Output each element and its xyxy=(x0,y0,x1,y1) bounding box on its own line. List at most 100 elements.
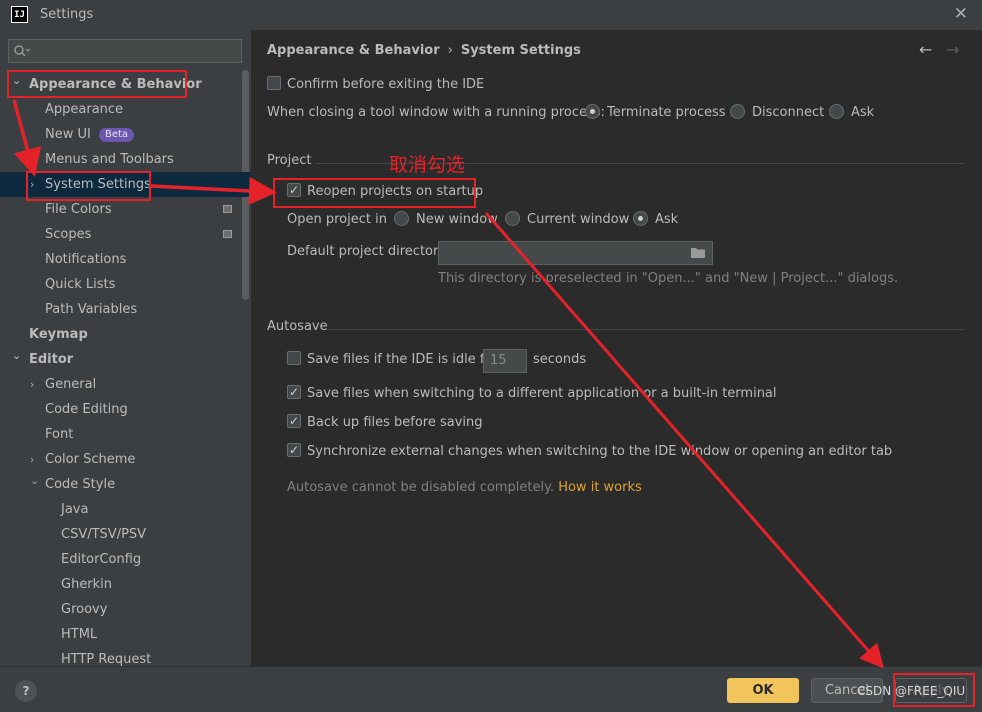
breadcrumb: Appearance & Behavior › System Settings xyxy=(267,43,581,58)
sidebar-item[interactable]: Appearance xyxy=(0,97,242,122)
sync-external-label: Synchronize external changes when switch… xyxy=(307,444,893,459)
save-on-switch-row[interactable]: Save files when switching to a different… xyxy=(287,382,777,404)
annotation-text: 取消勾选 xyxy=(389,154,466,176)
settings-sidebar: ⌄ Appearance & Behavior Appearance New UI Be… xyxy=(0,30,251,666)
sidebar-item[interactable]: Keymap xyxy=(0,322,242,347)
beta-badge: Beta xyxy=(99,128,135,142)
sidebar-item[interactable]: Menus and Toolbars xyxy=(0,147,242,172)
sidebar-item[interactable]: Code Editing xyxy=(0,397,242,422)
annotation-box-apply xyxy=(893,673,975,707)
project-level-icon xyxy=(223,230,232,238)
sidebar-item[interactable]: Gherkin xyxy=(0,572,242,597)
open-in-new-window[interactable]: New window xyxy=(394,210,498,230)
open-in-current-window[interactable]: Current window xyxy=(505,210,629,230)
forward-arrow-icon[interactable]: → xyxy=(946,40,959,59)
new-window-label: New window xyxy=(416,212,498,227)
sync-external-checkbox[interactable] xyxy=(287,440,301,460)
sidebar-item[interactable]: ⌄ Code Style xyxy=(0,472,242,497)
sidebar-item-label: Quick Lists xyxy=(45,277,116,292)
sidebar-item[interactable]: Quick Lists xyxy=(0,272,242,297)
idle-seconds-label: seconds xyxy=(533,352,587,367)
breadcrumb-parent[interactable]: Appearance & Behavior xyxy=(267,43,440,58)
new-window-radio[interactable] xyxy=(394,211,409,226)
open-ask-radio[interactable] xyxy=(633,211,648,226)
closing-option-ask[interactable]: Ask xyxy=(829,103,874,123)
sidebar-item[interactable]: Java xyxy=(0,497,242,522)
project-section-title: Project xyxy=(267,153,312,168)
sidebar-item[interactable]: Groovy xyxy=(0,597,242,622)
project-level-icon xyxy=(223,205,232,213)
closing-option-disconnect[interactable]: Disconnect xyxy=(730,103,824,123)
save-on-switch-label: Save files when switching to a different… xyxy=(307,386,777,401)
confirm-exit-row[interactable]: Confirm before exiting the IDE xyxy=(267,75,484,95)
closing-option-terminate[interactable]: Terminate process xyxy=(585,103,726,123)
sidebar-item[interactable]: EditorConfig xyxy=(0,547,242,572)
save-on-switch-checkbox[interactable] xyxy=(287,382,301,402)
disconnect-label: Disconnect xyxy=(752,105,825,120)
idle-save-checkbox[interactable] xyxy=(287,351,301,365)
default-dir-field[interactable] xyxy=(438,241,713,265)
chevron-down-icon[interactable]: ⌄ xyxy=(12,343,21,368)
annotation-box-appearance xyxy=(7,70,187,98)
closing-ask-radio[interactable] xyxy=(829,104,844,119)
autosave-note: Autosave cannot be disabled completely. xyxy=(287,480,555,495)
breadcrumb-separator: › xyxy=(447,43,453,58)
settings-content: Appearance & Behavior › System Settings ← … xyxy=(251,30,982,666)
chevron-down-icon[interactable]: ⌄ xyxy=(30,468,39,493)
sidebar-item-label: Code Style xyxy=(45,477,116,492)
folder-icon[interactable] xyxy=(690,246,706,260)
closing-tool-window-label: When closing a tool window with a runnin… xyxy=(267,105,605,120)
idle-seconds-field[interactable]: 15 xyxy=(483,349,527,373)
sidebar-item-label: CSV/TSV/PSV xyxy=(61,527,147,542)
sidebar-item-label: Keymap xyxy=(29,327,88,342)
sidebar-item-label: Groovy xyxy=(61,602,108,617)
current-window-radio[interactable] xyxy=(505,211,520,226)
sync-external-row[interactable]: Synchronize external changes when switch… xyxy=(287,440,893,462)
ok-button[interactable]: OK xyxy=(727,678,799,703)
terminate-process-radio[interactable] xyxy=(585,104,600,119)
sidebar-item[interactable]: ⌄ Editor xyxy=(0,347,242,372)
sidebar-item[interactable]: HTTP Request xyxy=(0,647,242,666)
autosave-divider xyxy=(329,329,965,330)
backup-checkbox[interactable] xyxy=(287,411,301,431)
sidebar-item-label: Menus and Toolbars xyxy=(45,152,174,167)
sidebar-item[interactable]: Path Variables xyxy=(0,297,242,322)
intellij-logo-icon: IJ xyxy=(11,6,28,23)
title-bar: IJ Settings ✕ xyxy=(0,0,982,30)
confirm-exit-label: Confirm before exiting the IDE xyxy=(287,77,485,92)
sidebar-item[interactable]: Font xyxy=(0,422,242,447)
default-dir-hint: This directory is preselected in "Open..… xyxy=(438,271,899,286)
confirm-exit-checkbox[interactable] xyxy=(267,76,281,90)
sidebar-item[interactable]: › General xyxy=(0,372,242,397)
how-it-works-link[interactable]: How it works xyxy=(558,480,642,495)
sidebar-item-label: Notifications xyxy=(45,252,127,267)
idle-save-row[interactable]: Save files if the IDE is idle for xyxy=(287,350,498,370)
sidebar-item[interactable]: Scopes xyxy=(0,222,242,247)
dialog-footer: ? OK Cancel Apply xyxy=(0,666,982,712)
sidebar-item[interactable]: Notifications xyxy=(0,247,242,272)
open-in-ask[interactable]: Ask xyxy=(633,210,678,230)
sidebar-item[interactable]: HTML xyxy=(0,622,242,647)
sidebar-item-label: Font xyxy=(45,427,74,442)
sidebar-item-label: EditorConfig xyxy=(61,552,142,567)
annotation-box-system-settings xyxy=(26,171,151,201)
close-icon[interactable]: ✕ xyxy=(954,4,968,24)
search-input[interactable] xyxy=(8,39,242,63)
chevron-right-icon[interactable]: › xyxy=(30,372,34,397)
terminate-process-label: Terminate process xyxy=(607,105,726,120)
breadcrumb-current: System Settings xyxy=(460,43,581,58)
sidebar-item[interactable]: New UI Beta xyxy=(0,122,242,147)
disconnect-radio[interactable] xyxy=(730,104,745,119)
sidebar-item[interactable]: CSV/TSV/PSV xyxy=(0,522,242,547)
autosave-note-row: Autosave cannot be disabled completely. … xyxy=(287,478,642,498)
default-dir-label: Default project directory: xyxy=(287,244,450,259)
sidebar-item-label: General xyxy=(45,377,97,392)
back-arrow-icon[interactable]: ← xyxy=(919,40,932,59)
sidebar-item-label: Java xyxy=(61,502,89,517)
backup-row[interactable]: Back up files before saving xyxy=(287,411,483,433)
open-ask-label: Ask xyxy=(655,212,679,227)
help-button[interactable]: ? xyxy=(15,680,37,702)
search-icon xyxy=(14,45,31,57)
current-window-label: Current window xyxy=(527,212,630,227)
sidebar-item-label: HTTP Request xyxy=(61,652,152,666)
